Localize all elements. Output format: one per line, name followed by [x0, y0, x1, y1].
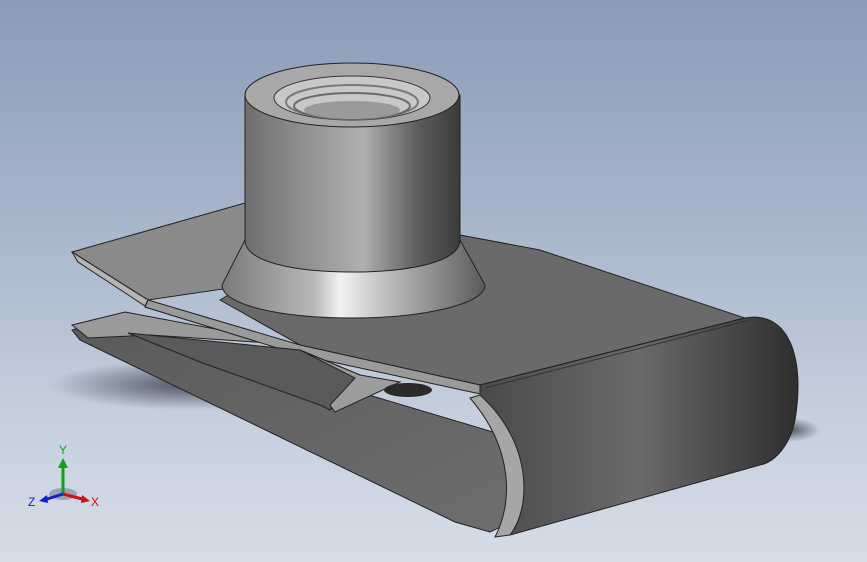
inner-hole	[384, 383, 432, 397]
graphics-viewport[interactable]: Y X Z	[0, 0, 867, 562]
clip-nut-model[interactable]	[0, 0, 867, 562]
y-axis-arrow-icon	[58, 458, 68, 468]
bore-floor	[304, 101, 400, 119]
z-axis-arrow-icon	[39, 495, 48, 503]
x-axis-arrow-icon	[81, 495, 90, 503]
z-axis-label: Z	[28, 495, 35, 509]
y-axis-label: Y	[59, 443, 67, 457]
view-triad[interactable]: Y X Z	[28, 440, 108, 520]
x-axis-label: X	[91, 495, 99, 509]
